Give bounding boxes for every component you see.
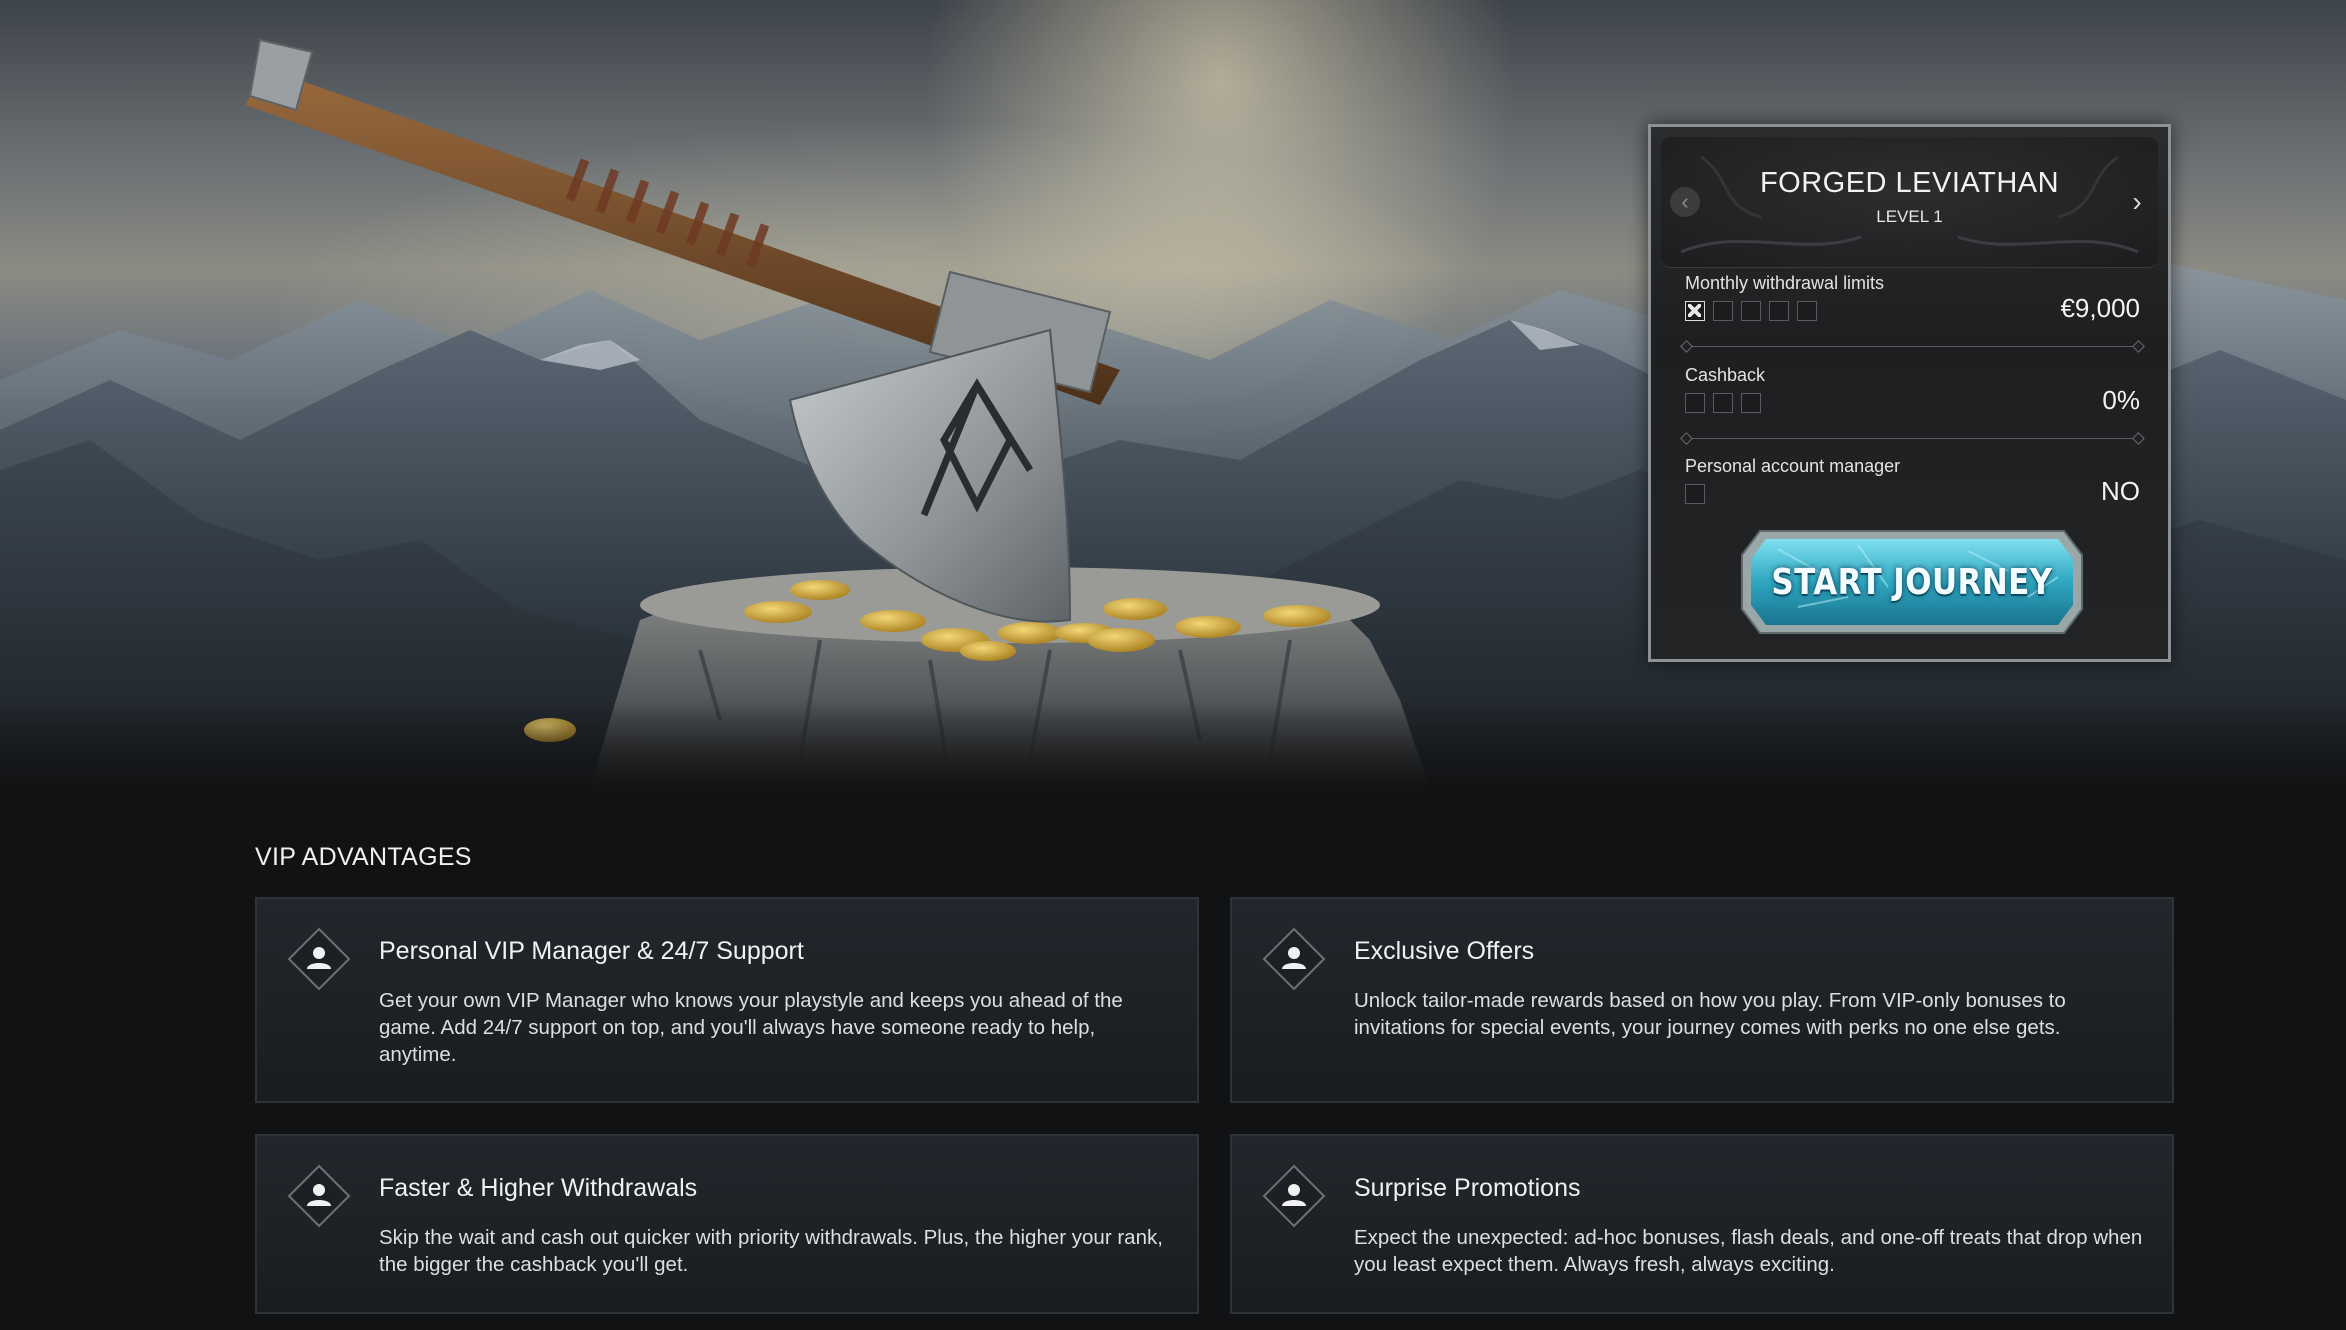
vip-level-card: ‹ FORGED LEVIATHAN LEVEL 1 › Monthly wit… bbox=[1648, 124, 2171, 662]
perk-value: 0% bbox=[2102, 385, 2140, 415]
vip-tier-name: FORGED LEVIATHAN bbox=[1759, 167, 2060, 199]
user-icon bbox=[287, 927, 351, 991]
start-journey-label: START JOURNEY bbox=[1771, 561, 2053, 603]
perk-label: Monthly withdrawal limits bbox=[1685, 273, 1885, 293]
advantage-description: Expect the unexpected: ad-hoc bonuses, f… bbox=[1354, 1226, 2143, 1276]
perk-withdrawal-limits: Monthly withdrawal limits €9,000 bbox=[1685, 273, 2140, 355]
perk-value: NO bbox=[2101, 476, 2140, 506]
advantage-description: Get your own VIP Manager who knows your … bbox=[379, 989, 1123, 1066]
perk-label: Personal account manager bbox=[1685, 456, 1901, 476]
hero-fade bbox=[0, 700, 2346, 790]
perk-value: €9,000 bbox=[2060, 293, 2140, 323]
advantage-title: Surprise Promotions bbox=[1354, 1174, 1581, 1202]
progress-box bbox=[1769, 301, 1789, 321]
perk-progress-boxes bbox=[1685, 301, 1817, 321]
user-icon bbox=[1262, 1164, 1326, 1228]
advantage-card-faster-withdrawals: Faster & Higher Withdrawals Skip the wai… bbox=[255, 1134, 1199, 1314]
progress-box bbox=[1797, 301, 1817, 321]
advantage-card-exclusive-offers: Exclusive Offers Unlock tailor-made rewa… bbox=[1230, 897, 2174, 1103]
progress-box bbox=[1741, 301, 1761, 321]
vip-advantages-title: VIP ADVANTAGES bbox=[255, 843, 472, 871]
advantage-card-personal-manager: Personal VIP Manager & 24/7 Support Get … bbox=[255, 897, 1199, 1103]
user-icon bbox=[1262, 927, 1326, 991]
vip-card-header: ‹ FORGED LEVIATHAN LEVEL 1 › bbox=[1661, 137, 2158, 268]
perk-account-manager: Personal account manager NO bbox=[1685, 456, 2140, 516]
user-icon bbox=[287, 1164, 351, 1228]
advantage-title: Exclusive Offers bbox=[1354, 937, 1535, 965]
progress-box bbox=[1713, 301, 1733, 321]
progress-box bbox=[1685, 484, 1705, 504]
progress-box bbox=[1741, 393, 1761, 413]
perk-divider bbox=[1685, 346, 2140, 347]
perk-label: Cashback bbox=[1685, 365, 1766, 385]
vip-tier-level: LEVEL 1 bbox=[1876, 207, 1943, 226]
progress-box bbox=[1713, 393, 1733, 413]
progress-box-filled bbox=[1685, 301, 1705, 321]
progress-box bbox=[1685, 393, 1705, 413]
start-journey-button[interactable]: START JOURNEY bbox=[1738, 527, 2086, 637]
advantage-description: Skip the wait and cash out quicker with … bbox=[379, 1226, 1163, 1276]
advantage-description: Unlock tailor-made rewards based on how … bbox=[1354, 989, 2066, 1039]
ornament-decoration bbox=[1680, 155, 2139, 254]
perk-progress-boxes bbox=[1685, 393, 1761, 413]
advantage-title: Faster & Higher Withdrawals bbox=[379, 1174, 698, 1202]
perk-cashback: Cashback 0% bbox=[1685, 365, 2140, 447]
perk-progress-boxes bbox=[1685, 484, 1705, 504]
perk-divider bbox=[1685, 438, 2140, 439]
next-tier-arrow[interactable]: › bbox=[2122, 186, 2152, 217]
advantage-card-surprise-promotions: Surprise Promotions Expect the unexpecte… bbox=[1230, 1134, 2174, 1314]
advantage-title: Personal VIP Manager & 24/7 Support bbox=[379, 937, 804, 965]
